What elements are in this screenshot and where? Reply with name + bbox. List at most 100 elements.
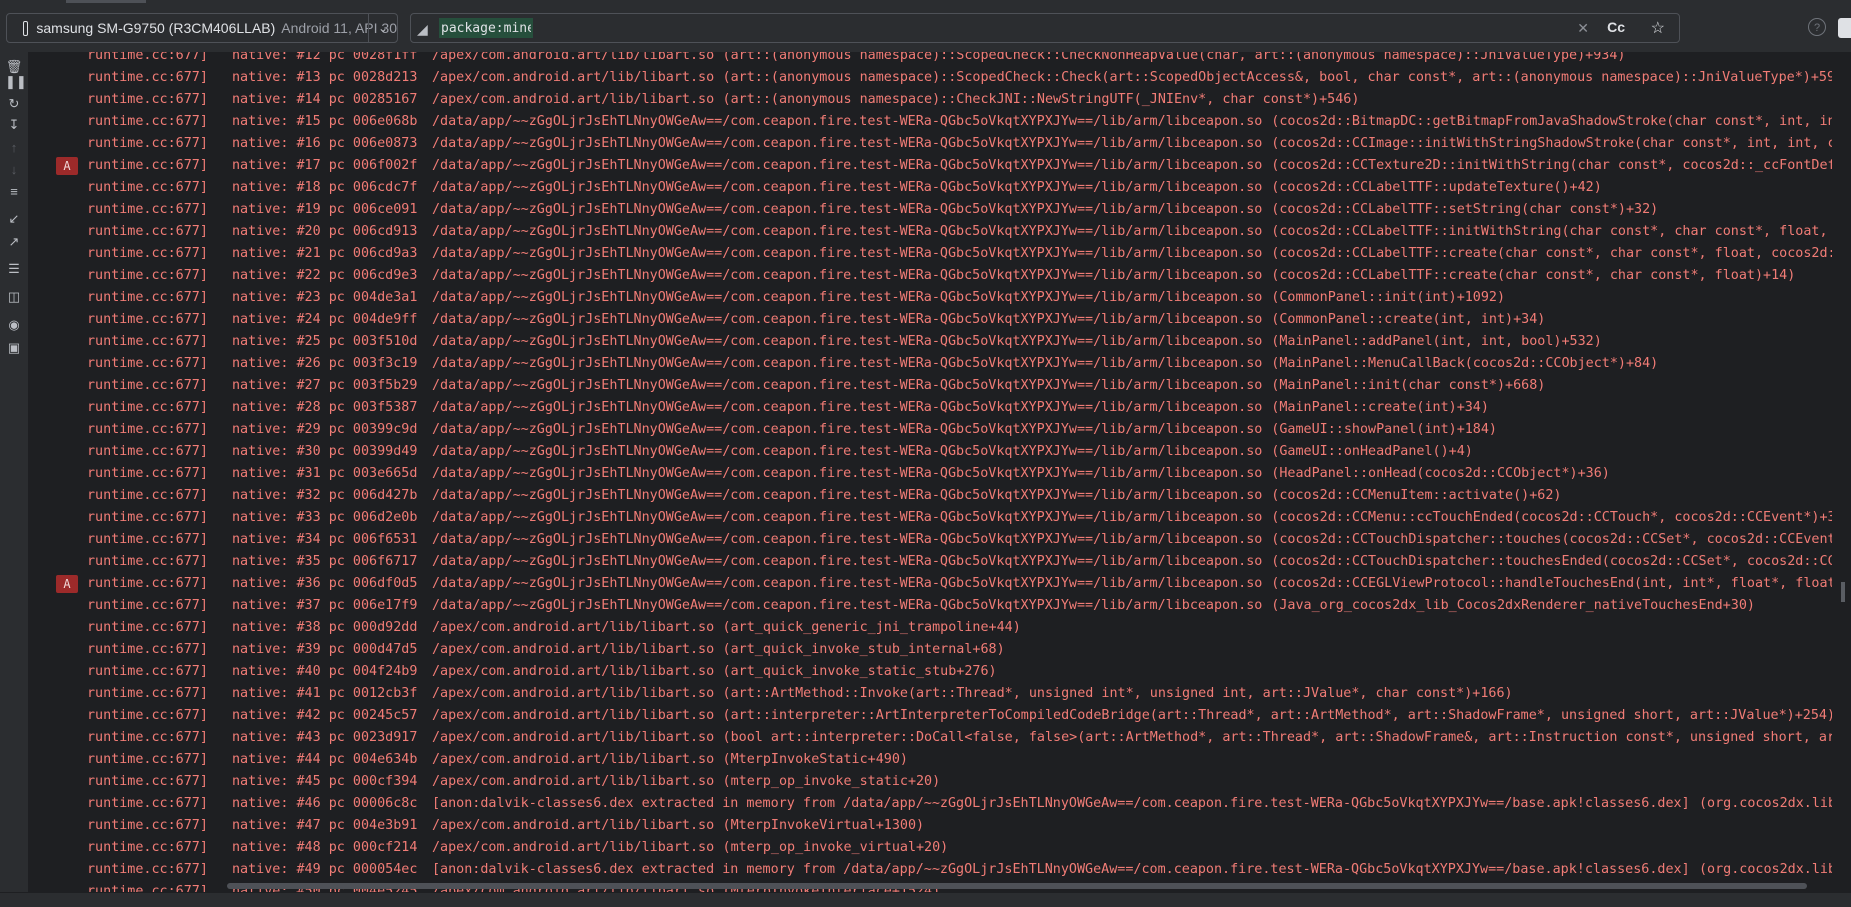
log-line[interactable]: runtime.cc:677] native: #22 pc 006cd9e3/d… [29,265,1832,287]
log-symbol: (MainPanel::MenuCallBack(cocos2d::CCObje… [1271,356,1659,371]
log-line[interactable]: runtime.cc:677] native: #18 pc 006cdc7f/d… [29,177,1832,199]
log-tag: runtime.cc:677] [87,708,208,723]
log-line[interactable]: runtime.cc:677] native: #21 pc 006cd9a3/d… [29,243,1832,265]
log-tag: runtime.cc:677] [87,158,208,173]
log-line[interactable]: runtime.cc:677] native: #34 pc 006f6531/d… [29,529,1832,551]
log-line[interactable]: runtime.cc:677] native: #43 pc 0023d917/a… [29,727,1832,749]
log-tag: runtime.cc:677] [87,510,208,525]
screenshot-icon[interactable]: ◉ [5,316,23,334]
status-bar [0,892,1851,907]
log-line[interactable]: runtime.cc:677] native: #39 pc 000d47d5/a… [29,639,1832,661]
log-library: /data/app/~~zGgOLjrJsEhTLNnyOWGeAw==/com… [432,114,1263,129]
log-line[interactable]: runtime.cc:677] native: #25 pc 003f510d/d… [29,331,1832,353]
log-symbol: (GameUI::showPanel(int)+184) [1271,422,1497,437]
log-line[interactable]: runtime.cc:677] native: #37 pc 006e17f9/d… [29,595,1832,617]
log-frame: native: #26 pc 003f3c19 [232,356,418,371]
log-line[interactable]: runtime.cc:677] native: #20 pc 006cd913/d… [29,221,1832,243]
help-icon[interactable]: ? [1808,18,1826,36]
log-line[interactable]: runtime.cc:677] native: #46 pc 00006c8c [a… [29,793,1832,815]
log-symbol: (art::(anonymous namespace)::CheckJNI::N… [722,92,1360,107]
side-panel-handle[interactable] [1838,18,1851,38]
log-line[interactable]: runtime.cc:677] native: #48 pc 000cf214/a… [29,837,1832,859]
log-line[interactable]: runtime.cc:677] native: #49 pc 000054ec [a… [29,859,1832,881]
log-frame: native: #14 pc 00285167 [232,92,418,107]
log-line[interactable]: runtime.cc:677] native: #26 pc 003f3c19/d… [29,353,1832,375]
log-library: /data/app/~~zGgOLjrJsEhTLNnyOWGeAw==/com… [432,312,1263,327]
horizontal-scrollbar-thumb[interactable] [227,883,1807,889]
log-line[interactable]: runtime.cc:677] native: #44 pc 004e634b/a… [29,749,1832,771]
log-line[interactable]: runtime.cc:677] native: #23 pc 004de3a1/d… [29,287,1832,309]
log-line[interactable]: runtime.cc:677] native: #12 pc 0028f1ff/a… [29,52,1832,67]
log-line[interactable]: runtime.cc:677] native: #28 pc 003f5387/d… [29,397,1832,419]
log-library: /data/app/~~zGgOLjrJsEhTLNnyOWGeAw==/com… [432,180,1263,195]
log-symbol: (org.cocos2dx.lib. [1698,796,1832,811]
log-frame: native: #25 pc 003f510d [232,334,418,349]
log-line[interactable]: runtime.cc:677] native: #19 pc 006ce091/d… [29,199,1832,221]
log-line[interactable]: runtime.cc:677] native: #13 pc 0028d213/a… [29,67,1832,89]
filter-input[interactable] [439,18,533,38]
log-line[interactable]: runtime.cc:677] native: #40 pc 004f24b9/a… [29,661,1832,683]
log-line[interactable]: runtime.cc:677] native: #15 pc 006e068b/d… [29,111,1832,133]
log-line[interactable]: runtime.cc:677] native: #24 pc 004de9ff/d… [29,309,1832,331]
log-tag: runtime.cc:677] [87,114,208,129]
log-line[interactable]: runtime.cc:677] native: #45 pc 000cf394/a… [29,771,1832,793]
vertical-scrollbar[interactable] [1832,52,1851,892]
filter-bar: ◢ ✕ Cc ☆ [410,13,1680,43]
log-library: /apex/com.android.art/lib/libart.so [432,664,715,679]
log-symbol: (GameUI::onHeadPanel()+4) [1271,444,1473,459]
clear-icon[interactable]: ✕ [1577,20,1589,37]
log-line[interactable]: runtime.cc:677] native: #32 pc 006d427b/d… [29,485,1832,507]
filter-icon[interactable]: ◢ [417,20,435,38]
logcat-output[interactable]: runtime.cc:677] native: #12 pc 0028f1ff/a… [29,52,1832,892]
log-library: /apex/com.android.art/lib/libart.so [432,70,715,85]
log-frame: native: #24 pc 004de9ff [232,312,418,327]
log-line[interactable]: runtime.cc:677] native: #30 pc 00399d49/d… [29,441,1832,463]
log-symbol: (cocos2d::CCTouchDispatcher::touches(coc… [1271,532,1832,547]
pause-icon[interactable]: ❚❚ [5,73,27,91]
logcat-toolbar: samsung SM-G9750 (R3CM406LLAB) Android 1… [0,0,1851,53]
log-frame: native: #13 pc 0028d213 [232,70,418,85]
log-line[interactable]: runtime.cc:677] native: #33 pc 006d2e0b/d… [29,507,1832,529]
scroll-to-end-icon[interactable]: ↧ [5,116,23,134]
log-library: /data/app/~~zGgOLjrJsEhTLNnyOWGeAw==/com… [432,356,1263,371]
restart-icon[interactable]: ↻ [5,95,23,113]
chevron-down-icon[interactable]: ⌄ [368,14,397,42]
log-line[interactable]: runtime.cc:677] native: #41 pc 0012cb3f/a… [29,683,1832,705]
log-line[interactable]: runtime.cc:677] native: #35 pc 006f6717/d… [29,551,1832,573]
match-case-button[interactable]: Cc [1607,19,1625,35]
log-frame: native: #15 pc 006e068b [232,114,418,129]
down-arrow-icon[interactable]: ↓ [5,161,23,179]
soft-wrap-icon[interactable]: ≡ [5,183,23,201]
up-arrow-icon[interactable]: ↑ [5,139,23,157]
screen-record-icon[interactable]: ▣ [5,339,23,357]
log-symbol: (cocos2d::CCEGLViewProtocol::handleTouch… [1271,576,1832,591]
settings-icon[interactable]: ☰ [5,260,23,278]
vertical-scrollbar-thumb[interactable] [1841,582,1845,602]
log-symbol: (art::interpreter::ArtInterpreterToCompi… [722,708,1832,723]
export-icon[interactable]: ↗ [5,233,23,251]
split-view-icon[interactable]: ◫ [5,288,23,306]
log-tag: runtime.cc:677] [87,268,208,283]
log-frame: native: #30 pc 00399d49 [232,444,418,459]
log-line[interactable]: runtime.cc:677] native: #27 pc 003f5b29/d… [29,375,1832,397]
import-icon[interactable]: ↙ [5,210,23,228]
log-line[interactable]: Aruntime.cc:677] native: #17 pc 006f002f /… [29,155,1832,177]
log-tag: runtime.cc:677] [87,598,208,613]
device-selector[interactable]: samsung SM-G9750 (R3CM406LLAB) Android 1… [6,13,398,43]
log-library: /data/app/~~zGgOLjrJsEhTLNnyOWGeAw==/com… [432,224,1263,239]
log-tag: runtime.cc:677] [87,180,208,195]
log-line[interactable]: runtime.cc:677] native: #16 pc 006e0873/d… [29,133,1832,155]
log-line[interactable]: runtime.cc:677] native: #14 pc 00285167/a… [29,89,1832,111]
log-line[interactable]: runtime.cc:677] native: #42 pc 00245c57/a… [29,705,1832,727]
log-line[interactable]: runtime.cc:677] native: #31 pc 003e665d/d… [29,463,1832,485]
log-line[interactable]: runtime.cc:677] native: #29 pc 00399c9d/d… [29,419,1832,441]
log-tag: runtime.cc:677] [87,52,208,63]
favorite-star-icon[interactable]: ☆ [1651,18,1665,38]
log-line[interactable]: Aruntime.cc:677] native: #36 pc 006df0d5 /… [29,573,1832,595]
log-frame: native: #43 pc 0023d917 [232,730,418,745]
log-frame: native: #31 pc 003e665d [232,466,418,481]
log-symbol: (art::ArtMethod::Invoke(art::Thread*, un… [722,686,1513,701]
log-line[interactable]: runtime.cc:677] native: #47 pc 004e3b91/a… [29,815,1832,837]
log-line[interactable]: runtime.cc:677] native: #38 pc 000d92dd/a… [29,617,1832,639]
log-frame: native: #20 pc 006cd913 [232,224,418,239]
